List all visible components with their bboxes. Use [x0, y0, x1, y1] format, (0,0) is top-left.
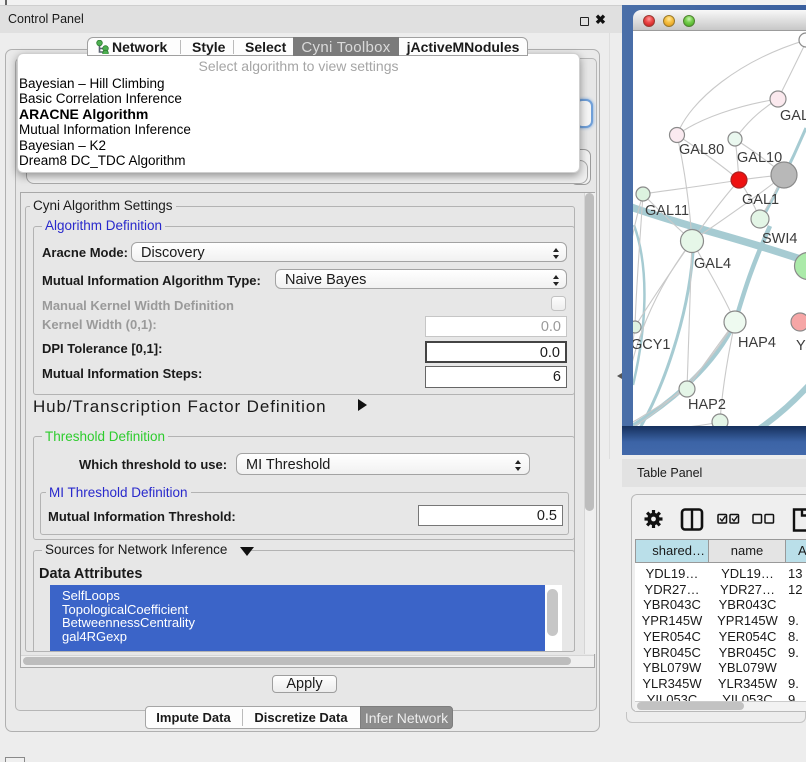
svg-text:HAP4: HAP4	[738, 335, 776, 351]
svg-text:GAL80: GAL80	[679, 142, 724, 158]
svg-text:GAL1: GAL1	[742, 192, 779, 208]
svg-text:GCY1: GCY1	[633, 337, 671, 353]
svg-text:GAL10: GAL10	[737, 150, 782, 166]
svg-text:GAL11: GAL11	[645, 203, 689, 219]
svg-text:GAL7: GAL7	[780, 108, 806, 124]
svg-text:GAL4: GAL4	[694, 256, 731, 272]
svg-text:YJ: YJ	[796, 338, 806, 354]
svg-text:HAP2: HAP2	[688, 397, 726, 413]
svg-text:SWI4: SWI4	[762, 231, 797, 247]
